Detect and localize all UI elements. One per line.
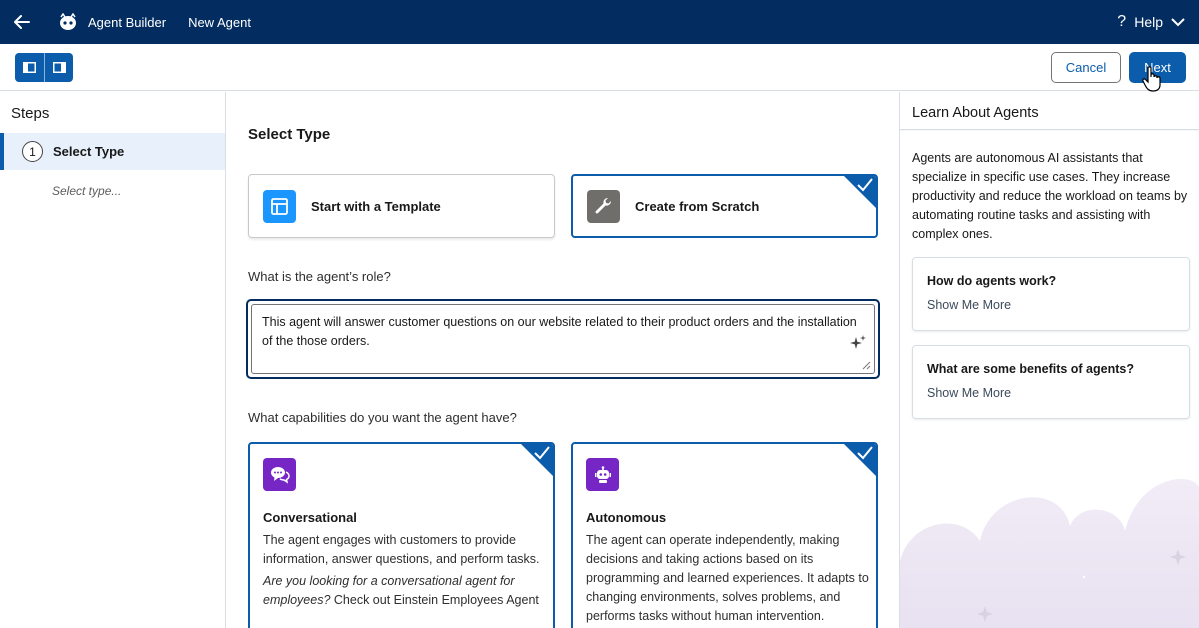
cancel-button[interactable]: Cancel bbox=[1051, 52, 1121, 83]
panel-toggle-group bbox=[15, 53, 73, 82]
step-label: Select Type bbox=[53, 144, 125, 159]
sparkle-icon[interactable] bbox=[850, 335, 866, 351]
step-item-select-type[interactable]: 1 Select Type bbox=[0, 133, 225, 170]
autonomous-option-card[interactable]: Autonomous The agent can operate indepen… bbox=[571, 442, 878, 628]
steps-sidebar: Steps 1 Select Type Select type... bbox=[0, 92, 226, 628]
toggle-left-panel-button[interactable] bbox=[15, 53, 44, 82]
wrench-icon bbox=[587, 189, 620, 223]
template-option-label: Start with a Template bbox=[311, 198, 441, 214]
page-title: New Agent bbox=[188, 14, 251, 30]
info-card-how-agents-work: How do agents work? Show Me More bbox=[912, 257, 1190, 331]
steps-title: Steps bbox=[11, 105, 50, 122]
help-menu[interactable]: ? Help bbox=[1117, 0, 1185, 44]
employees-agent-link[interactable]: Check out Einstein Employees Agent bbox=[334, 593, 539, 607]
checkmark-icon bbox=[857, 446, 873, 460]
main-content: Select Type Start with a Template Create… bbox=[227, 92, 899, 628]
template-option-card[interactable]: Start with a Template bbox=[248, 174, 555, 238]
cloud-illustration bbox=[900, 479, 1199, 628]
conversational-description: The agent engages with customers to prov… bbox=[263, 533, 540, 566]
conversational-note: Are you looking for a conversational age… bbox=[263, 572, 548, 610]
hand-cursor-icon bbox=[1142, 66, 1161, 92]
conversational-option-card[interactable]: Conversational The agent engages with cu… bbox=[248, 442, 555, 628]
builder-toolbar: Cancel Next bbox=[0, 44, 1199, 91]
learn-panel-header: Learn About Agents bbox=[900, 92, 1199, 130]
chat-icon bbox=[263, 458, 296, 491]
section-title: Select Type bbox=[248, 126, 331, 143]
info-card-benefits: What are some benefits of agents? Show M… bbox=[912, 345, 1190, 419]
role-value: This agent will answer customer question… bbox=[262, 315, 857, 348]
toggle-right-panel-button[interactable] bbox=[44, 53, 73, 82]
chevron-down-icon bbox=[1171, 17, 1185, 26]
back-arrow-icon bbox=[14, 15, 30, 29]
robot-icon bbox=[586, 458, 619, 491]
learn-panel-intro: Agents are autonomous AI assistants that… bbox=[912, 151, 1188, 241]
show-me-more-link[interactable]: Show Me More bbox=[927, 386, 1011, 400]
autonomous-description: The agent can operate independently, mak… bbox=[586, 533, 869, 623]
step-number: 1 bbox=[22, 141, 43, 162]
role-textarea-wrapper: This agent will answer customer question… bbox=[246, 299, 880, 379]
scratch-option-label: Create from Scratch bbox=[635, 198, 760, 214]
agent-logo-icon bbox=[58, 12, 78, 32]
back-button[interactable] bbox=[0, 0, 44, 44]
checkmark-icon bbox=[857, 178, 873, 192]
step-sublabel: Select type... bbox=[52, 184, 122, 198]
info-card-question: How do agents work? bbox=[927, 274, 1057, 288]
learn-panel-body: Agents are autonomous AI assistants that… bbox=[900, 131, 1199, 628]
show-me-more-link[interactable]: Show Me More bbox=[927, 298, 1011, 312]
template-icon bbox=[263, 189, 296, 223]
learn-panel-title: Learn About Agents bbox=[912, 105, 1039, 121]
help-icon: ? bbox=[1117, 13, 1127, 30]
role-label: What is the agent’s role? bbox=[248, 269, 391, 284]
autonomous-title: Autonomous bbox=[586, 510, 667, 525]
checkmark-icon bbox=[534, 446, 550, 460]
panel-right-icon bbox=[52, 62, 66, 73]
conversational-title: Conversational bbox=[263, 510, 357, 525]
help-label: Help bbox=[1134, 14, 1163, 30]
role-textarea[interactable]: This agent will answer customer question… bbox=[251, 304, 875, 374]
resize-handle-icon[interactable] bbox=[862, 361, 871, 370]
info-card-question: What are some benefits of agents? bbox=[927, 362, 1134, 376]
learn-panel: Learn About Agents Agents are autonomous… bbox=[899, 92, 1199, 628]
app-title: Agent Builder bbox=[88, 14, 167, 30]
global-header: Agent Builder New Agent ? Help bbox=[0, 0, 1199, 44]
capabilities-label: What capabilities do you want the agent … bbox=[248, 410, 517, 425]
scratch-option-card[interactable]: Create from Scratch bbox=[571, 174, 878, 238]
panel-left-icon bbox=[23, 62, 36, 73]
